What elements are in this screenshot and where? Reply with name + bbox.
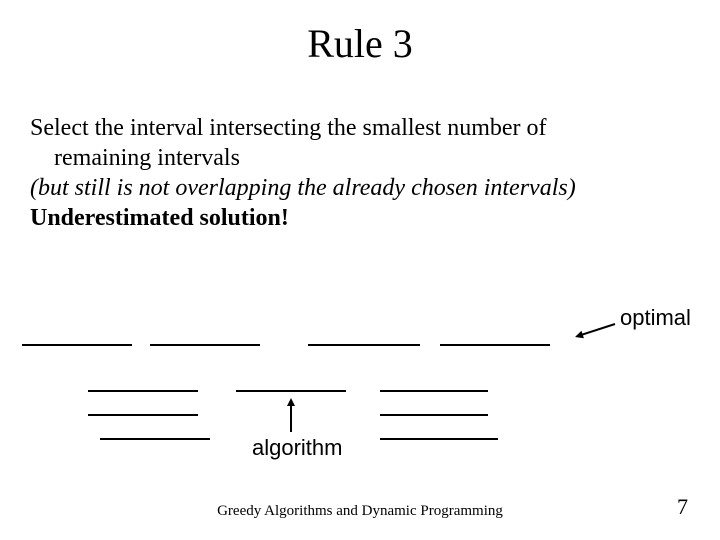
- slide: Rule 3 Select the interval intersecting …: [0, 0, 720, 540]
- footer-title: Greedy Algorithms and Dynamic Programmin…: [0, 503, 720, 520]
- label-algorithm: algorithm: [252, 435, 342, 461]
- slide-body: Select the interval intersecting the sma…: [30, 113, 690, 233]
- interval-bar: [88, 390, 198, 392]
- interval-bar: [380, 438, 498, 440]
- interval-bar: [236, 390, 346, 392]
- interval-bar: [440, 344, 550, 346]
- interval-bar: [308, 344, 420, 346]
- interval-bar: [380, 414, 488, 416]
- interval-bar: [380, 390, 488, 392]
- page-number: 7: [677, 494, 688, 520]
- label-optimal: optimal: [620, 305, 691, 331]
- body-line-2: (but still is not overlapping the alread…: [30, 175, 576, 201]
- interval-bar: [88, 414, 198, 416]
- interval-bar: [22, 344, 132, 346]
- body-line-1a: Select the interval intersecting the sma…: [30, 115, 547, 141]
- arrow-algorithm: [290, 400, 292, 432]
- interval-bar: [150, 344, 260, 346]
- body-line-3: Underestimated solution!: [30, 205, 289, 231]
- interval-bar: [100, 438, 210, 440]
- body-line-1b: remaining intervals: [30, 143, 690, 173]
- arrow-optimal: [577, 323, 616, 337]
- slide-title: Rule 3: [0, 20, 720, 67]
